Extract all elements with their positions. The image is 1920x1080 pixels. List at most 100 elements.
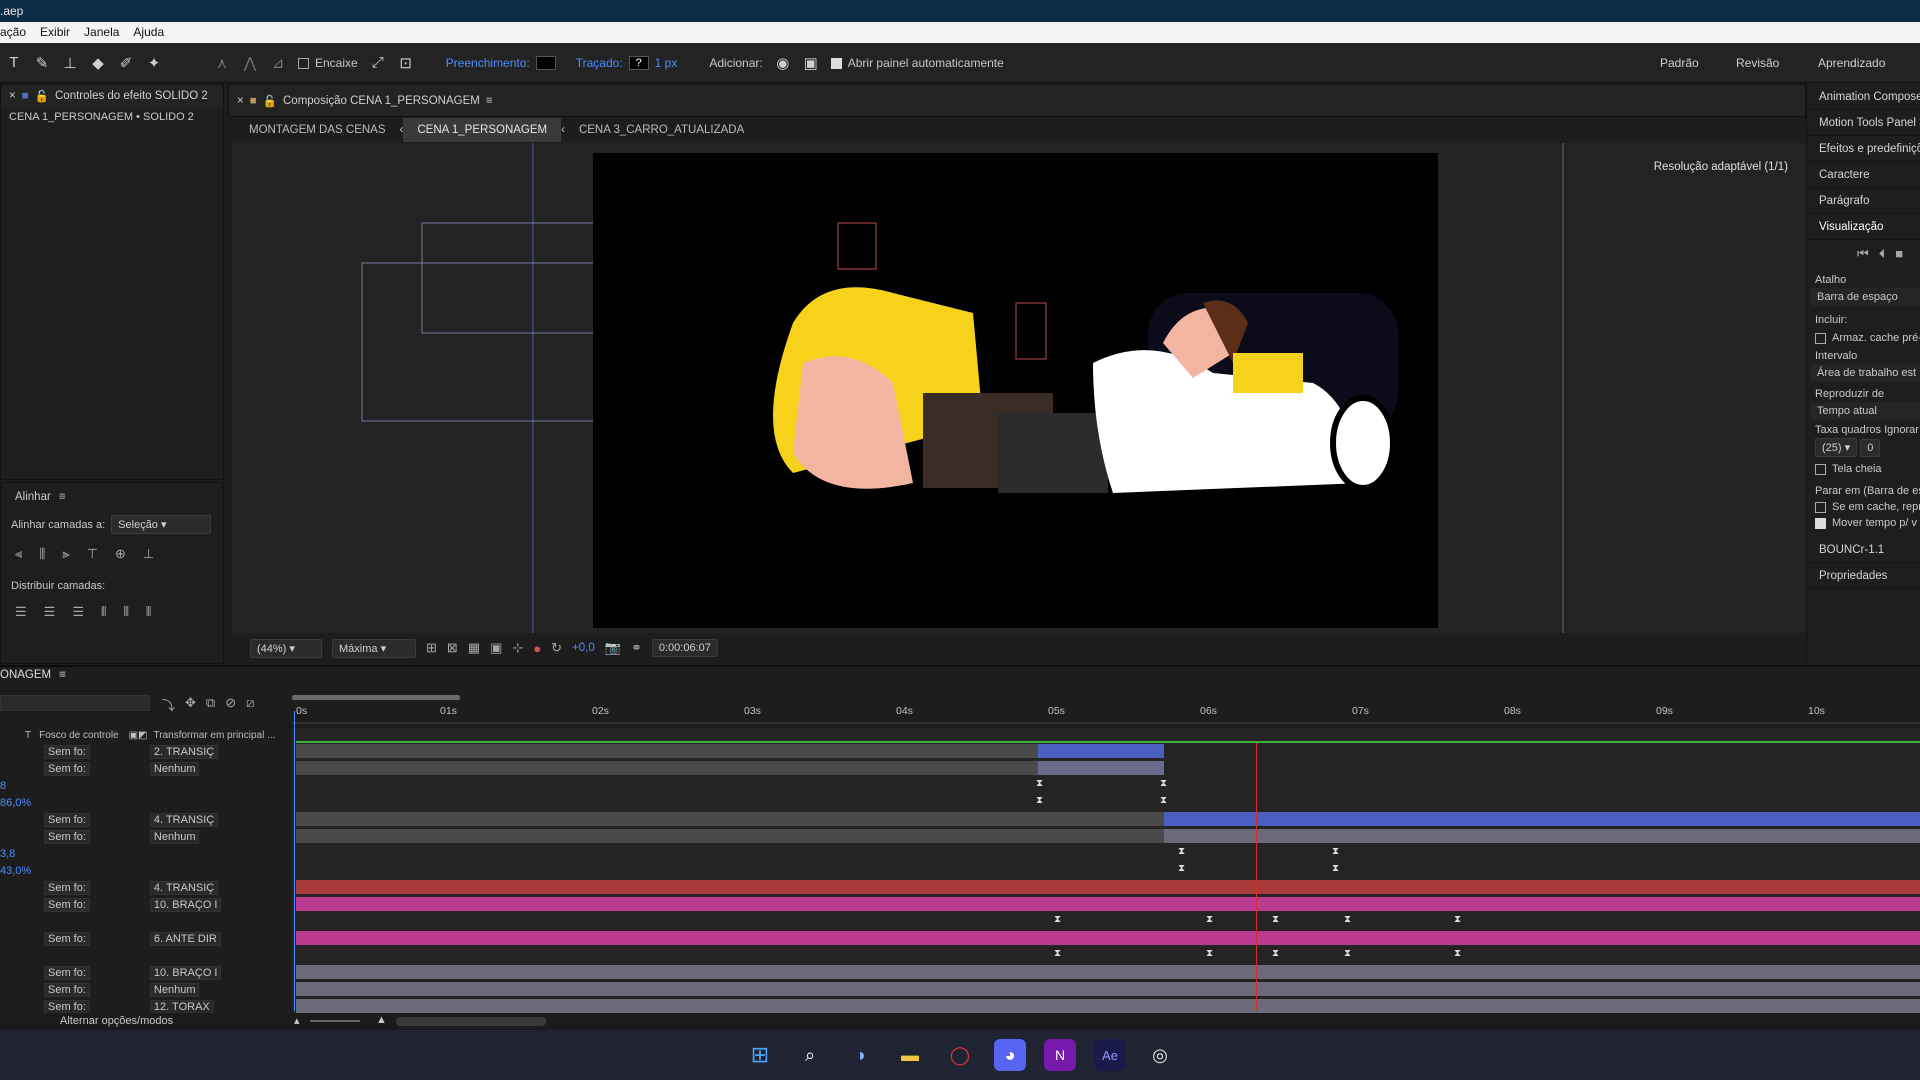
eraser-icon[interactable]: ◆ xyxy=(84,54,112,72)
composition-tab[interactable]: × ■ 🔓 Composição CENA 1_PERSONAGEM ≡ xyxy=(229,88,1805,114)
keyframe-icon[interactable]: ⧗ xyxy=(1272,914,1279,925)
property-row[interactable]: 43,0% xyxy=(0,862,292,879)
property-value[interactable]: 43,0% xyxy=(0,865,31,877)
keyframe-icon[interactable]: ⧗ xyxy=(1332,846,1339,857)
workspace-revisao[interactable]: Revisão xyxy=(1736,43,1779,83)
skip-dropdown[interactable]: 0 xyxy=(1860,439,1881,457)
layer-bar[interactable] xyxy=(296,880,1920,894)
exposure-value[interactable]: +0,0 xyxy=(572,642,595,654)
menu-janela[interactable]: Janela xyxy=(84,25,119,43)
range-dropdown[interactable]: Área de trabalho est xyxy=(1811,364,1920,382)
keyframe-icon[interactable]: ⧗ xyxy=(1206,948,1213,959)
panel-character[interactable]: Caractere xyxy=(1807,162,1920,188)
align-bottom-icon[interactable]: ⊥ xyxy=(143,546,154,562)
if-cached-row[interactable]: Se em cache, repr xyxy=(1807,497,1920,513)
layer-bar[interactable] xyxy=(296,829,1164,843)
horizontal-scrollbar[interactable] xyxy=(396,1017,546,1026)
matte-dropdown[interactable]: Sem fo: xyxy=(44,812,90,827)
align-tool-icon[interactable]: ⋏ xyxy=(208,54,236,72)
toggle-modes-label[interactable]: Alternar opções/modos xyxy=(60,1015,173,1027)
layer-bar[interactable] xyxy=(1038,761,1164,775)
menu-icon[interactable]: ≡ xyxy=(59,491,66,503)
encaixe-checkbox[interactable] xyxy=(298,57,309,69)
keyframe-icon[interactable]: ⧗ xyxy=(1272,948,1279,959)
chrome-icon[interactable]: ◎ xyxy=(1144,1039,1176,1071)
matte-dropdown[interactable]: Sem fo: xyxy=(44,829,90,844)
keyframe-icon[interactable]: ⧗ xyxy=(1160,795,1167,806)
explorer-icon[interactable]: ▬ xyxy=(894,1039,926,1071)
snap-grid-icon[interactable]: ⊡ xyxy=(392,54,420,72)
distribute-left-icon[interactable]: ⫴ xyxy=(101,604,106,620)
search-icon[interactable]: ⌕ xyxy=(794,1039,826,1071)
layer-row[interactable]: Sem fo: Nenhum xyxy=(0,828,292,845)
panel-paragraph[interactable]: Parágrafo xyxy=(1807,188,1920,214)
layer-bar[interactable] xyxy=(296,999,1920,1013)
copilot-icon[interactable]: ◑ xyxy=(844,1039,876,1071)
layer-bar[interactable] xyxy=(296,812,1164,826)
discord-icon[interactable]: ◕ xyxy=(994,1039,1026,1071)
text-tool-icon[interactable]: T xyxy=(0,54,28,71)
reset-exposure-icon[interactable]: ↻ xyxy=(551,640,562,656)
stroke-label[interactable]: Traçado: xyxy=(576,56,623,70)
prev-frame-icon[interactable]: ⏴ xyxy=(1879,246,1886,262)
layer-bar[interactable] xyxy=(1164,829,1920,843)
layer-row[interactable]: Sem fo: Nenhum xyxy=(0,760,292,777)
layer-row[interactable]: Sem fo: 4. TRANSIÇ xyxy=(0,879,292,896)
keyframe-icon[interactable]: ⧗ xyxy=(1054,948,1061,959)
clone-stamp-icon[interactable]: ⊥ xyxy=(56,54,84,72)
layer-bar[interactable] xyxy=(1038,744,1164,758)
property-value[interactable]: 86,0% xyxy=(0,797,31,809)
parent-dropdown[interactable]: 4. TRANSIÇ xyxy=(149,880,219,895)
close-icon[interactable]: × xyxy=(9,90,16,102)
cache-checkbox[interactable] xyxy=(1815,332,1826,344)
move-time-row[interactable]: Mover tempo p/ v xyxy=(1807,513,1920,529)
play-from-dropdown[interactable]: Tempo atual xyxy=(1811,402,1920,420)
shortcut-dropdown[interactable]: Barra de espaço xyxy=(1811,288,1920,306)
distribute-right-icon[interactable]: ⫴ xyxy=(146,604,151,620)
keyframe-icon[interactable]: ⧗ xyxy=(1178,863,1185,874)
layer-bar[interactable] xyxy=(296,761,1038,775)
layer-bar[interactable] xyxy=(296,897,1920,911)
layer-row[interactable]: Sem fo: 6. ANTE DIR xyxy=(0,930,292,947)
fill-label[interactable]: Preenchimento: xyxy=(446,56,530,70)
lock-icon[interactable]: ■ xyxy=(22,90,29,102)
add-icon[interactable]: ◉ xyxy=(769,54,797,72)
region-icon[interactable]: ▦ xyxy=(468,640,480,656)
keyframe-icon[interactable]: ⧗ xyxy=(1344,948,1351,959)
align-top-icon[interactable]: ⊤ xyxy=(87,546,98,562)
align-vcenter-icon[interactable]: ⊕ xyxy=(115,546,126,562)
brush-tool-icon[interactable]: ✎ xyxy=(28,54,56,72)
property-row[interactable]: 86,0% xyxy=(0,794,292,811)
windows-icon[interactable]: ⊞ xyxy=(744,1039,776,1071)
stroke-swatch[interactable]: ? xyxy=(628,55,649,70)
snapshot-icon[interactable]: 📷 xyxy=(605,640,621,656)
fill-swatch[interactable] xyxy=(535,55,556,70)
distribute-bottom-icon[interactable]: ☰ xyxy=(72,604,84,620)
property-value[interactable]: 3,8 xyxy=(0,848,15,860)
parent-dropdown[interactable]: 12. TORAX xyxy=(149,999,214,1014)
frame-blending-icon[interactable]: ⊘ xyxy=(225,695,236,714)
panel-preview[interactable]: Visualização xyxy=(1807,214,1920,240)
parent-dropdown[interactable]: 10. BRAÇO I xyxy=(149,965,222,980)
layer-row[interactable]: Sem fo: 10. BRAÇO I xyxy=(0,896,292,913)
menu-icon[interactable]: ≡ xyxy=(59,669,66,681)
parent-dropdown[interactable]: 4. TRANSIÇ xyxy=(149,812,219,827)
matte-dropdown[interactable]: Sem fo: xyxy=(44,999,90,1014)
parent-dropdown[interactable]: Nenhum xyxy=(149,761,200,776)
align-right-icon[interactable]: ⫸ xyxy=(62,546,69,562)
align-to-dropdown[interactable]: Seleção ▾ xyxy=(111,515,212,534)
keyframe-icon[interactable]: ⧗ xyxy=(1454,948,1461,959)
breadcrumb-montagem[interactable]: MONTAGEM DAS CENAS xyxy=(235,118,400,142)
aftereffects-icon[interactable]: Ae xyxy=(1094,1039,1126,1071)
onenote-icon[interactable]: N xyxy=(1044,1039,1076,1071)
matte-dropdown[interactable]: Sem fo: xyxy=(44,744,90,759)
zoom-slider[interactable] xyxy=(310,1020,360,1022)
graph-editor-icon[interactable]: ⧄ xyxy=(246,695,254,714)
keyframe-icon[interactable]: ⧗ xyxy=(1036,778,1043,789)
shy-icon[interactable]: ⧉ xyxy=(206,695,215,714)
layer-row[interactable]: Sem fo: Nenhum xyxy=(0,981,292,998)
align-left-icon[interactable]: ⫷ xyxy=(15,546,22,562)
move-time-checkbox[interactable] xyxy=(1815,517,1826,529)
menu-acao[interactable]: ação xyxy=(0,25,26,43)
layer-bar[interactable] xyxy=(296,982,1920,996)
